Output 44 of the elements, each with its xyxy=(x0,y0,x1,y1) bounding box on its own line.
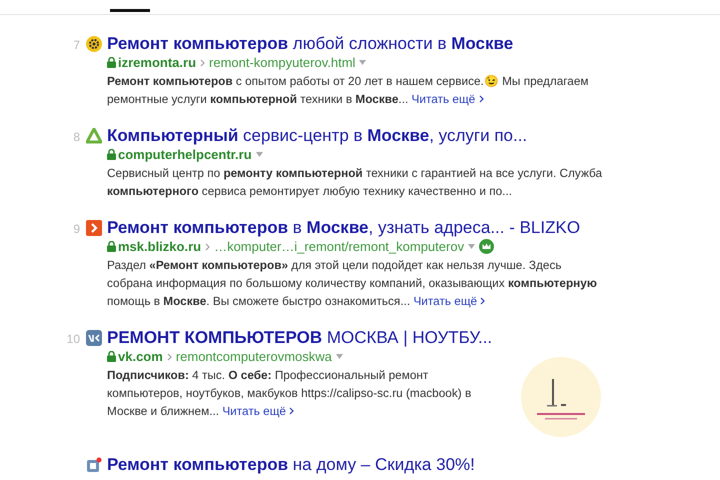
result-title-link[interactable]: Ремонт компьютеров в Москве, узнать адреса... - BLIZKO xyxy=(107,217,607,238)
gear-icon xyxy=(86,36,102,52)
path-link[interactable]: remontcomputerovmoskwa xyxy=(176,348,332,365)
result-snippet: Ремонт компьютеров с опытом работы от 20 лет в нашем сервисе.😉 Мы предлагаем ремонтные услуги компьютерной техники в Москве... Читать ещё xyxy=(107,73,590,108)
read-more-link[interactable]: Читать ещё xyxy=(412,92,484,106)
path-link[interactable]: …komputer…i_remont/remont_komputerov xyxy=(214,238,464,255)
active-tab-indicator xyxy=(110,9,150,12)
site-link[interactable]: computerhelpcentr.ru xyxy=(107,146,252,163)
result-number: 7 xyxy=(72,38,80,52)
result-title-link[interactable]: РЕМОНТ КОМПЬЮТЕРОВ МОСКВА | НОУТБУ... xyxy=(107,327,601,348)
result-number: 8 xyxy=(72,130,80,144)
chevron-right-icon xyxy=(166,352,172,360)
recycle-icon xyxy=(86,128,102,144)
chevron-right-icon xyxy=(480,297,486,305)
path-link[interactable]: remont-kompyuterov.html xyxy=(209,54,356,71)
social-network-icon xyxy=(86,330,102,346)
lock-icon xyxy=(107,57,116,68)
caret-icon[interactable] xyxy=(468,244,476,249)
result-snippet: Раздел «Ремонт компьютеров» для этой цели подойдет как нельзя лучше. Здесь собрана информация по большому количеству компаний, оказывающих компьютерную помощь в Москве. Вы сможете быстро ознакомиться... Читать ещё xyxy=(107,257,598,310)
caret-icon[interactable] xyxy=(256,152,263,157)
site-link[interactable]: izremonta.ru xyxy=(107,54,196,71)
ad-icon xyxy=(86,457,102,473)
result-snippet: Подписчиков: 4 тыс. О себе: Профессиональный ремонт компьютеров, ноутбуков, макбуков https://calipso-sc.ru (macbook) в Москве и ближнем... Читать ещё xyxy=(107,367,472,420)
chevron-right-icon xyxy=(200,58,206,66)
chevron-right-icon xyxy=(205,242,210,250)
lock-icon xyxy=(107,149,116,160)
caret-icon[interactable] xyxy=(336,354,343,359)
result-title-link[interactable]: Ремонт компьютеров на дому – Скидка 30%! xyxy=(107,454,475,475)
result-title-link[interactable]: Компьютерный сервис-центр в Москве, услуги по... xyxy=(107,125,607,146)
result-snippet: Сервисный центр по ремонту компьютерной техники с гарантией на все услуги. Служба компьютерного сервиса ремонтирует любую технику качественно и по... xyxy=(107,165,604,200)
chevron-icon xyxy=(86,220,102,236)
chevron-right-icon xyxy=(478,95,484,103)
read-more-link[interactable]: Читать ещё xyxy=(222,404,294,418)
result-number: 9 xyxy=(72,222,80,236)
site-link[interactable]: vk.com xyxy=(107,348,163,365)
chevron-right-icon xyxy=(289,407,294,415)
caret-icon[interactable] xyxy=(359,60,366,65)
crown-badge-icon xyxy=(479,239,494,254)
result-title-link[interactable]: Ремонт компьютеров любой сложности в Москве xyxy=(107,33,607,54)
read-more-link[interactable]: Читать ещё xyxy=(413,294,486,308)
site-link[interactable]: msk.blizko.ru xyxy=(107,238,202,255)
lock-icon xyxy=(107,241,116,252)
result-number: 10 xyxy=(66,332,80,346)
lock-icon xyxy=(107,351,116,362)
